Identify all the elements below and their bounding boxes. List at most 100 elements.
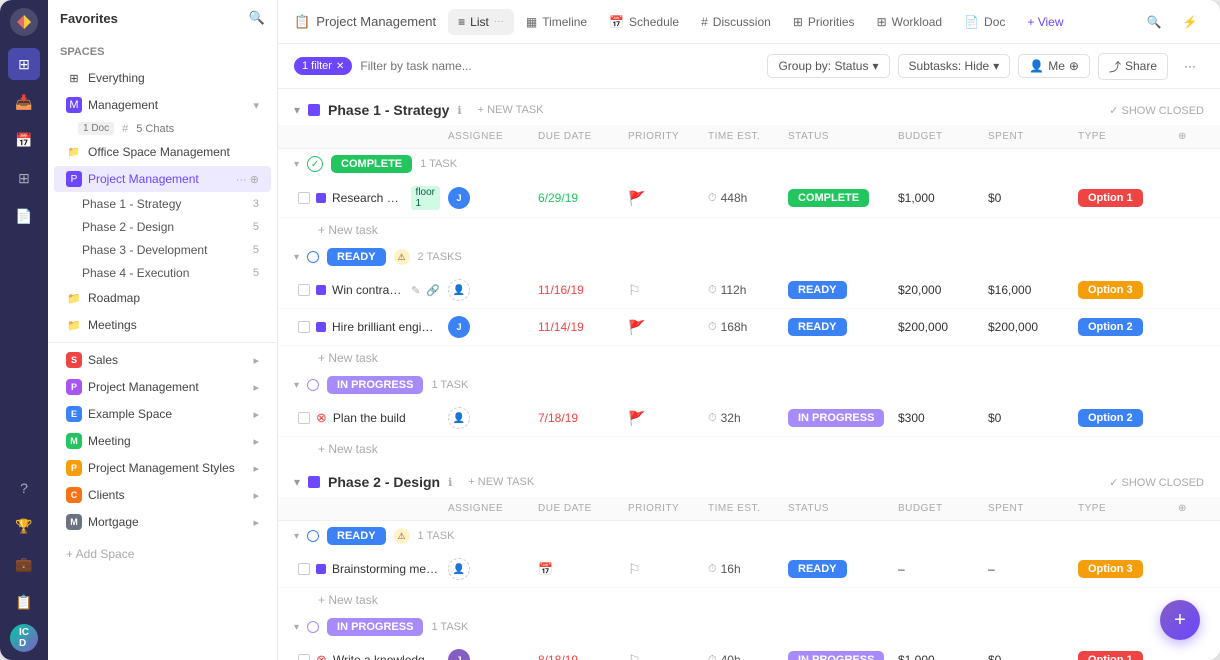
phase1-show-closed[interactable]: ✓ SHOW CLOSED [1109,104,1204,117]
priority-flag-icon[interactable]: ⚐ [628,561,641,578]
phase1-toggle[interactable]: ▾ [294,103,300,117]
group-inprogress-phase2-toggle[interactable]: ▾ [294,622,299,633]
tab-workload[interactable]: ⊞ Workload [867,9,953,35]
empty-assignee[interactable]: 👤 [448,558,470,580]
add-task-ready[interactable]: + New task [278,346,1220,370]
row-status-badge[interactable]: READY [788,281,847,299]
filter-clear-icon[interactable]: ✕ [336,61,344,72]
group-ready-toggle[interactable]: ▾ [294,252,299,263]
sidebar-item-everything[interactable]: ⊞ Everything [54,65,271,91]
nav-icon-doc[interactable]: 📄 [8,200,40,232]
task-checkbox[interactable] [298,192,310,204]
tab-doc[interactable]: 📄 Doc [954,9,1015,35]
filter-badge[interactable]: 1 filter ✕ [294,57,352,75]
inprogress-phase2-status-badge[interactable]: IN PROGRESS [327,618,423,636]
list-more-icon[interactable]: ··· [494,16,504,27]
nav-icon-grid[interactable]: ⊞ [8,162,40,194]
sidebar-item-project-management[interactable]: P Project Management ··· ⊕ [54,166,271,192]
sidebar-item-mortgage[interactable]: M Mortgage ▸ [54,509,271,535]
app-logo[interactable] [10,8,38,36]
sidebar-roadmap[interactable]: 📁 Roadmap [54,285,271,311]
empty-assignee[interactable]: 👤 [448,407,470,429]
sidebar-item-clients[interactable]: C Clients ▸ [54,482,271,508]
phase2-info-icon[interactable]: ℹ [448,476,452,489]
row-status-badge[interactable]: IN PROGRESS [788,651,884,660]
type-badge[interactable]: Option 2 [1078,318,1143,336]
group-inprogress-toggle[interactable]: ▾ [294,380,299,391]
group-complete-header[interactable]: ▾ ✓ COMPLETE 1 TASK [278,149,1220,179]
link-icon[interactable]: 🔗 [426,284,440,297]
subtasks-btn[interactable]: Subtasks: Hide ▾ [898,54,1011,78]
nav-icon-trophy[interactable]: 🏆 [8,510,40,542]
group-complete-toggle[interactable]: ▾ [294,159,299,170]
task-checkbox[interactable] [298,412,310,424]
share-btn[interactable]: ⤴ Share [1098,53,1168,80]
sidebar-phase4[interactable]: Phase 4 - Execution 5 [54,262,271,284]
assignee-avatar[interactable]: J [448,316,470,338]
phase2-show-closed[interactable]: ✓ SHOW CLOSED [1109,476,1204,489]
sidebar-item-management[interactable]: M Management ▾ [54,92,271,118]
task-checkbox[interactable] [298,563,310,575]
search-btn[interactable]: 🔍 [1140,8,1168,36]
sidebar-phase1[interactable]: Phase 1 - Strategy 3 [54,193,271,215]
phase1-info-icon[interactable]: ℹ [457,104,461,117]
add-task-inprogress[interactable]: + New task [278,437,1220,461]
user-avatar[interactable]: ICD [10,624,38,652]
sidebar-item-pm-styles[interactable]: P Project Management Styles ▸ [54,455,271,481]
group-ready-phase2-toggle[interactable]: ▾ [294,531,299,542]
type-badge[interactable]: Option 3 [1078,281,1143,299]
inprogress-status-badge[interactable]: IN PROGRESS [327,376,423,394]
task-checkbox[interactable] [298,321,310,333]
more-options-btn[interactable]: ··· [1176,52,1204,80]
row-status-badge[interactable]: COMPLETE [788,189,869,207]
type-badge[interactable]: Option 1 [1078,189,1143,207]
col-add[interactable]: ⊕ [1174,129,1204,144]
sidebar-item-example[interactable]: E Example Space ▸ [54,401,271,427]
task-checkbox[interactable] [298,284,310,296]
priority-flag-icon[interactable]: ⚐ [628,282,641,299]
lightning-btn[interactable]: ⚡ [1176,8,1204,36]
edit-icon[interactable]: ✎ [411,284,420,297]
group-ready-phase2-header[interactable]: ▾ READY ⚠ 1 TASK [278,521,1220,551]
empty-assignee[interactable]: 👤 [448,279,470,301]
nav-icon-calendar[interactable]: 📅 [8,124,40,156]
phase2-toggle[interactable]: ▾ [294,475,300,489]
sidebar-item-office-space[interactable]: 📁 Office Space Management [54,139,271,165]
filter-input[interactable] [360,59,759,73]
tab-priorities[interactable]: ⊞ Priorities [783,9,865,35]
phase2-new-task-btn[interactable]: + NEW TASK [460,473,542,491]
type-badge[interactable]: Option 2 [1078,409,1143,427]
type-badge[interactable]: Option 1 [1078,651,1143,660]
nav-icon-home[interactable]: ⊞ [8,48,40,80]
chats-label[interactable]: 5 Chats [136,123,174,135]
ready-phase2-status-badge[interactable]: READY [327,527,386,545]
row-status-badge[interactable]: READY [788,318,847,336]
me-btn[interactable]: 👤 Me ⊕ [1018,54,1090,78]
nav-icon-inbox[interactable]: 📥 [8,86,40,118]
doc-badge[interactable]: 1 Doc [78,122,114,135]
priority-flag-icon[interactable]: 🚩 [628,410,645,427]
ready-status-badge[interactable]: READY [327,248,386,266]
priority-flag-icon[interactable]: 🚩 [628,190,645,207]
sidebar-phase3[interactable]: Phase 3 - Development 5 [54,239,271,261]
assignee-avatar[interactable]: J [448,187,470,209]
priority-flag-icon[interactable]: ⚐ [628,652,641,660]
col-add-2[interactable]: ⊕ [1174,501,1204,516]
fab-button[interactable]: + [1160,600,1200,640]
sidebar-meetings[interactable]: 📁 Meetings [54,312,271,338]
row-status-badge[interactable]: READY [788,560,847,578]
tab-view-plus[interactable]: + View [1017,9,1073,35]
add-task-ready-phase2[interactable]: + New task [278,588,1220,612]
nav-icon-help[interactable]: ? [8,472,40,504]
tab-discussion[interactable]: # Discussion [691,9,781,35]
complete-status-badge[interactable]: COMPLETE [331,155,412,173]
add-space-btn[interactable]: + Add Space [54,542,271,566]
add-task-complete[interactable]: + New task [278,218,1220,242]
tab-schedule[interactable]: 📅 Schedule [599,9,689,35]
sidebar-item-sales[interactable]: S Sales ▸ [54,347,271,373]
group-ready-header[interactable]: ▾ READY ⚠ 2 TASKS [278,242,1220,272]
group-by-btn[interactable]: Group by: Status ▾ [767,54,889,78]
sidebar-item-pm2[interactable]: P Project Management ▸ [54,374,271,400]
sidebar-phase2[interactable]: Phase 2 - Design 5 [54,216,271,238]
row-status-badge[interactable]: IN PROGRESS [788,409,884,427]
